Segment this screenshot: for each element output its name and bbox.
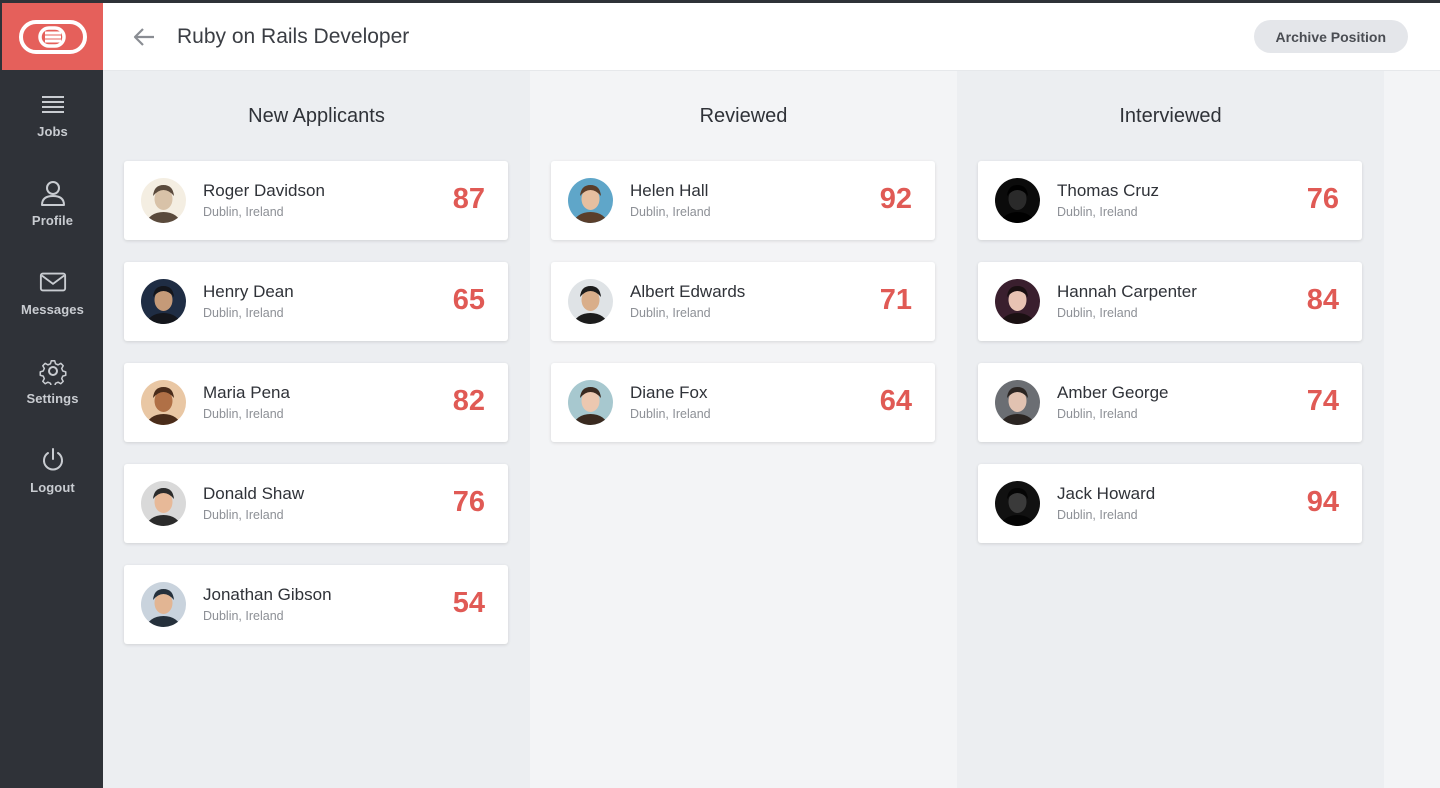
arrow-left-icon [133,27,154,46]
candidate-name: Albert Edwards [630,282,746,301]
candidate-card[interactable]: Hannah Carpenter Dublin, Ireland 84 [978,262,1362,341]
candidate-name: Thomas Cruz [1057,181,1160,200]
back-button[interactable] [131,24,157,50]
app-window: Jobs Profile Messages Settings Logout Ru… [2,3,1440,788]
candidate-card[interactable]: Donald Shaw Dublin, Ireland 76 [124,464,508,543]
candidate-location: Dublin, Ireland [630,407,711,421]
sidebar-item-settings[interactable]: Settings [2,337,103,426]
candidate-location: Dublin, Ireland [1057,508,1138,522]
candidate-score: 82 [452,385,485,417]
page-title: Ruby on Rails Developer [177,24,410,48]
candidate-card[interactable]: Roger Davidson Dublin, Ireland 87 [124,161,508,240]
candidate-score: 92 [879,183,912,215]
candidate-name: Jack Howard [1057,484,1156,503]
candidate-name: Amber George [1057,383,1169,402]
candidate-card[interactable]: Thomas Cruz Dublin, Ireland 76 [978,161,1362,240]
candidate-location: Dublin, Ireland [203,407,284,421]
candidate-card[interactable]: Diane Fox Dublin, Ireland 64 [551,363,935,442]
sidebar-item-profile[interactable]: Profile [2,159,103,248]
candidate-card[interactable]: Helen Hall Dublin, Ireland 92 [551,161,935,240]
candidate-score: 54 [452,587,485,619]
sidebar-item-label: Logout [30,480,75,495]
column-new-applicants: New Applicants Roger Davidson Dublin, Ire… [103,71,530,788]
avatar [568,279,613,324]
avatar [995,481,1040,526]
candidate-score: 71 [879,284,912,316]
candidate-card[interactable]: Jack Howard Dublin, Ireland 94 [978,464,1362,543]
candidate-card[interactable]: Maria Pena Dublin, Ireland 82 [124,363,508,442]
candidate-name: Hannah Carpenter [1057,282,1197,301]
candidate-score: 76 [452,486,485,518]
sidebar: Jobs Profile Messages Settings Logout [2,3,103,788]
logo[interactable] [2,3,103,70]
candidate-location: Dublin, Ireland [1057,407,1138,421]
candidate-score: 64 [879,385,912,417]
candidate-location: Dublin, Ireland [203,508,284,522]
avatar [141,582,186,627]
candidate-location: Dublin, Ireland [1057,205,1138,219]
avatar [141,380,186,425]
avatar [995,178,1040,223]
candidate-score: 94 [1306,486,1339,518]
archive-position-button[interactable]: Archive Position [1253,20,1408,53]
candidate-location: Dublin, Ireland [630,306,711,320]
column-title: Reviewed [699,105,788,127]
column-interviewed: Interviewed Thomas Cruz Dublin, Ireland 76… [957,71,1384,788]
candidate-location: Dublin, Ireland [203,205,284,219]
sidebar-item-label: Jobs [37,124,68,139]
user-icon [39,179,67,207]
candidate-location: Dublin, Ireland [203,306,284,320]
candidate-name: Diane Fox [630,383,708,402]
candidate-board: New Applicants Roger Davidson Dublin, Ire… [103,71,1440,788]
candidate-score: 65 [452,284,485,316]
candidate-location: Dublin, Ireland [1057,306,1138,320]
menu-icon [39,90,67,118]
candidate-name: Henry Dean [203,282,294,301]
candidate-card[interactable]: Albert Edwards Dublin, Ireland 71 [551,262,935,341]
column-title: Interviewed [1119,105,1222,127]
envelope-icon [39,268,67,296]
candidate-card[interactable]: Henry Dean Dublin, Ireland 65 [124,262,508,341]
column-reviewed: Reviewed Helen Hall Dublin, Ireland 92 Albe… [530,71,957,788]
sidebar-item-logout[interactable]: Logout [2,426,103,515]
candidate-name: Jonathan Gibson [203,585,332,604]
board-spacer [1384,71,1440,788]
logo-icon [18,19,87,54]
candidate-name: Donald Shaw [203,484,305,503]
sidebar-item-messages[interactable]: Messages [2,248,103,337]
avatar [141,279,186,324]
avatar [568,380,613,425]
candidate-location: Dublin, Ireland [630,205,711,219]
sidebar-item-label: Settings [26,391,79,406]
candidate-location: Dublin, Ireland [203,609,284,623]
candidate-score: 87 [452,183,485,215]
candidate-card[interactable]: Amber George Dublin, Ireland 74 [978,363,1362,442]
sidebar-item-label: Messages [21,302,84,317]
sidebar-nav: Jobs Profile Messages Settings Logout [2,70,103,515]
candidate-card[interactable]: Jonathan Gibson Dublin, Ireland 54 [124,565,508,644]
candidate-name: Maria Pena [203,383,290,402]
avatar [995,380,1040,425]
candidate-name: Helen Hall [630,181,709,200]
candidate-score: 76 [1306,183,1339,215]
candidate-name: Roger Davidson [203,181,325,200]
candidate-score: 74 [1306,385,1339,417]
gear-icon [38,357,67,385]
candidate-score: 84 [1306,284,1339,316]
power-icon [39,446,67,474]
sidebar-item-label: Profile [31,213,74,228]
header-bar: Ruby on Rails Developer Archive Position [103,3,1440,71]
avatar [568,178,613,223]
avatar [141,178,186,223]
column-title: New Applicants [248,105,385,127]
avatar [141,481,186,526]
sidebar-item-jobs[interactable]: Jobs [2,70,103,159]
avatar [995,279,1040,324]
